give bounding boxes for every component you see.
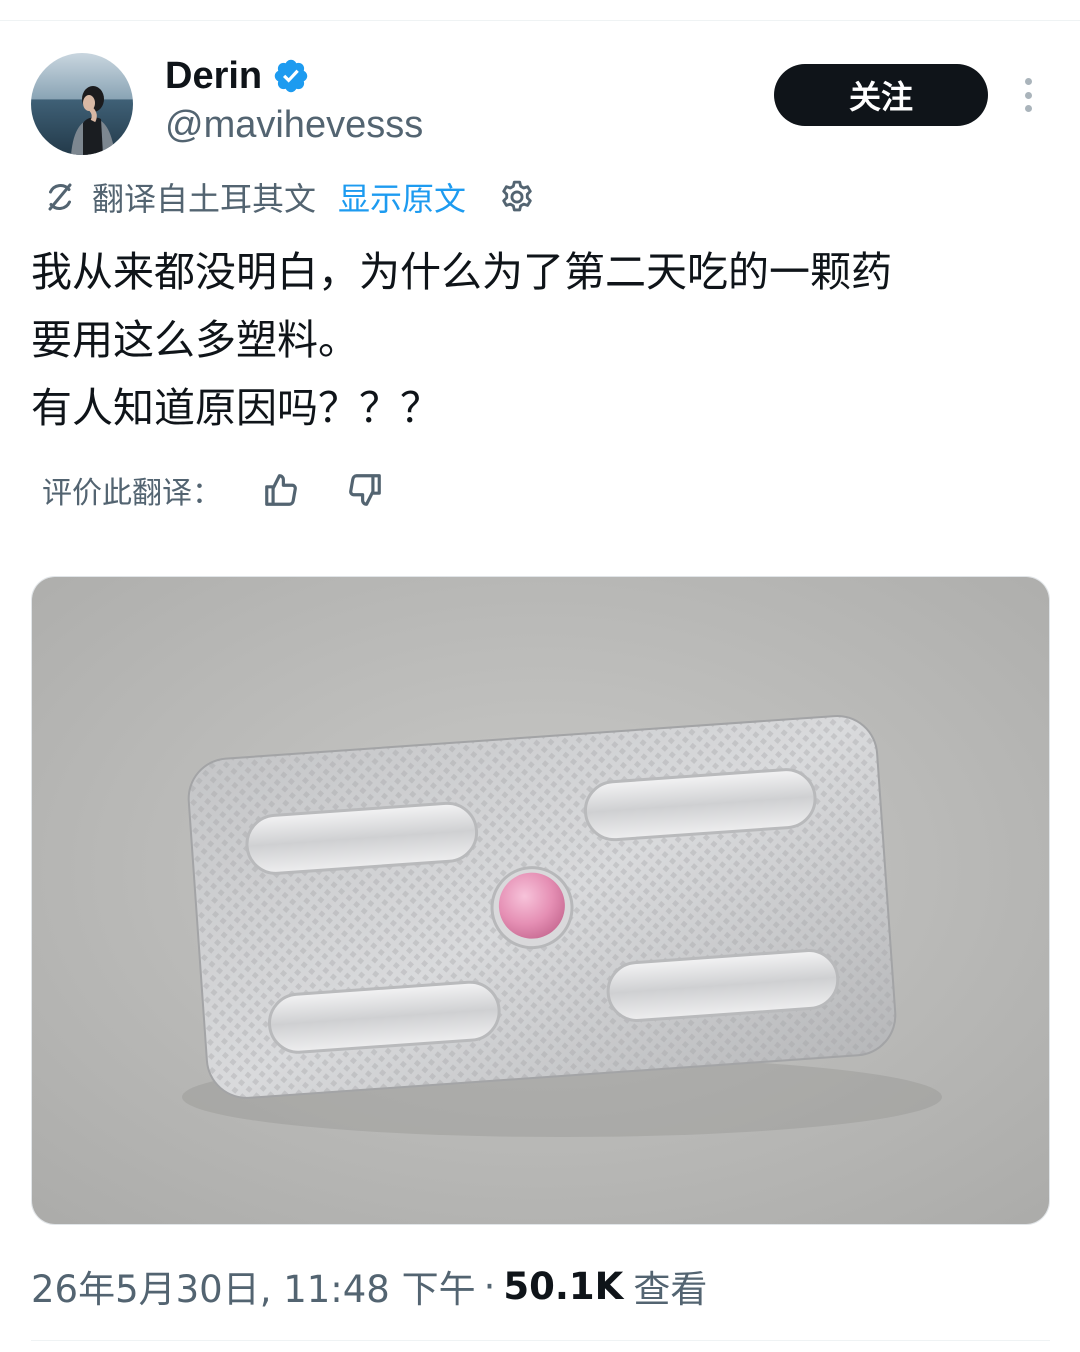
user-handle[interactable]: @mavihevesss bbox=[165, 101, 423, 149]
views-label: 查看 bbox=[633, 1268, 708, 1311]
timestamp[interactable]: 26年5月30日, 11:48 下午 bbox=[31, 1259, 476, 1313]
tweet-text: 我从来都没明白，为什么为了第二天吃的一颗药 要用这么多塑料。 有人知道原因吗？？… bbox=[31, 238, 1051, 442]
show-original-link[interactable]: 显示原文 bbox=[338, 174, 466, 220]
avatar[interactable] bbox=[31, 53, 133, 155]
more-vertical-icon[interactable] bbox=[1010, 72, 1046, 118]
tweet-meta: 26年5月30日, 11:48 下午 · 50.1K 查看 bbox=[31, 1260, 707, 1312]
tweet-text-line: 有人知道原因吗？？？ bbox=[31, 384, 441, 432]
verified-badge-icon bbox=[274, 59, 308, 93]
display-name-row[interactable]: Derin bbox=[165, 52, 310, 100]
tweet-text-line: 我从来都没明白，为什么为了第二天吃的一颗药 bbox=[31, 248, 892, 296]
translated-from-label: 翻译自土耳其文 bbox=[92, 180, 317, 218]
translate-icon bbox=[48, 183, 72, 211]
thumbs-down-icon[interactable] bbox=[346, 471, 384, 509]
meta-separator: · bbox=[483, 1264, 496, 1308]
avatar-image bbox=[31, 53, 133, 155]
top-divider bbox=[0, 20, 1080, 21]
bottom-divider bbox=[31, 1340, 1050, 1341]
rate-translation-row: 评价此翻译： bbox=[42, 466, 384, 514]
follow-button[interactable]: 关注 bbox=[774, 64, 988, 126]
gear-icon[interactable] bbox=[498, 178, 536, 216]
media-image[interactable] bbox=[31, 576, 1050, 1225]
rate-translation-label: 评价此翻译： bbox=[42, 476, 222, 511]
more-dot bbox=[1024, 105, 1032, 112]
more-dot bbox=[1024, 91, 1032, 99]
tweet-text-line: 要用这么多塑料。 bbox=[31, 316, 359, 364]
blister-pack-photo bbox=[32, 577, 1049, 1224]
thumbs-up-icon[interactable] bbox=[262, 471, 300, 509]
views-count: 50.1K bbox=[503, 1264, 624, 1308]
tweet-detail-page: Derin @mavihevesss 关注 翻译自土耳其文 显示原文 我从来都没… bbox=[0, 0, 1080, 1352]
more-dot bbox=[1024, 78, 1032, 85]
display-name[interactable]: Derin bbox=[165, 57, 262, 95]
translation-row: 翻译自土耳其文 显示原文 bbox=[42, 174, 536, 220]
